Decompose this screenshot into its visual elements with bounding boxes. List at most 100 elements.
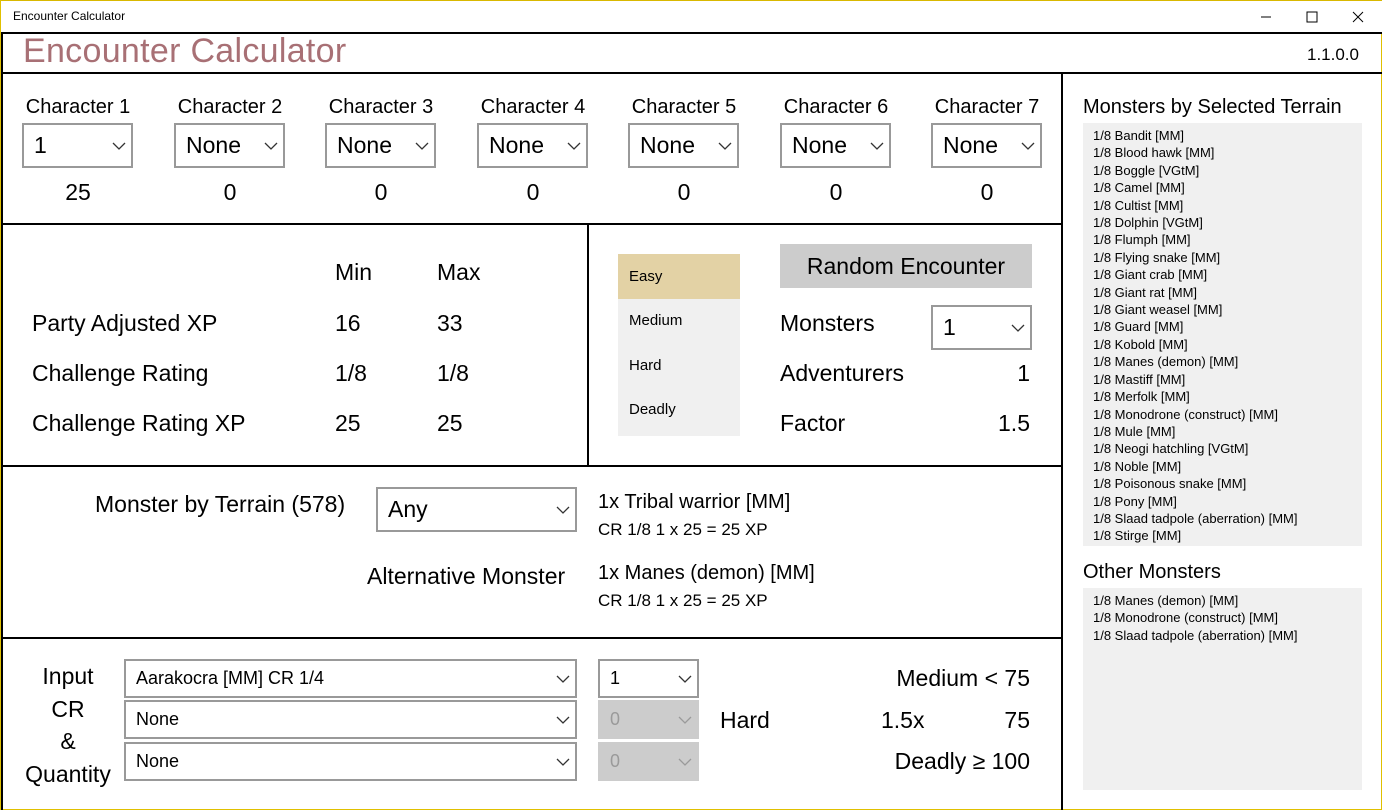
list-item[interactable]: 1/8 Manes (demon) [MM] [1093, 592, 1352, 609]
character-7-label-wrap: Character 7 [931, 96, 1043, 119]
divider [1, 223, 1062, 225]
minimize-button[interactable] [1243, 1, 1289, 33]
character-2-label-wrap: Character 2 [174, 96, 286, 119]
list-item[interactable]: 1/8 Neogi hatchling [VGtM] [1093, 440, 1352, 457]
character-label: Character 6 [783, 96, 889, 118]
terrain-select[interactable]: Any [376, 487, 577, 532]
list-item[interactable]: 1/8 Manes (demon) [MM] [1093, 353, 1352, 370]
difficulty-option-hard[interactable]: Hard [618, 343, 740, 388]
list-item[interactable]: 1/8 Flying snake [MM] [1093, 249, 1352, 266]
select-value: None [136, 751, 180, 771]
suggested-monster-name: 1x Tribal warrior [MM] [598, 491, 791, 513]
list-item[interactable]: 1/8 Giant rat [MM] [1093, 284, 1352, 301]
character-xp: 0 [677, 179, 691, 205]
maximize-icon [1306, 11, 1318, 23]
divider [1061, 72, 1063, 810]
chevron-down-icon [551, 716, 575, 724]
character-6-label-wrap: Character 6 [780, 96, 892, 119]
character-xp: 0 [526, 179, 540, 205]
list-item[interactable]: 1/8 Bandit [MM] [1093, 127, 1352, 144]
list-item[interactable]: 1/8 Stirge [MM] [1093, 527, 1352, 544]
difficulty-option-easy[interactable]: Easy [618, 254, 740, 299]
character-2-level-select[interactable]: None [174, 123, 285, 168]
input-monster-select-3[interactable]: None [124, 742, 577, 781]
input-quantity-select-3[interactable]: 0 [598, 742, 699, 781]
list-item[interactable]: 1/8 Kobold [MM] [1093, 336, 1352, 353]
chevron-down-icon [713, 142, 737, 150]
select-value: None [337, 132, 392, 158]
stat-label: Challenge Rating [32, 360, 209, 386]
list-item[interactable]: 1/8 Cultist [MM] [1093, 197, 1352, 214]
list-item[interactable]: 1/8 Monodrone (construct) [MM] [1093, 609, 1352, 626]
stat-label: Party Adjusted XP [32, 310, 218, 336]
character-3-level-select[interactable]: None [325, 123, 436, 168]
input-multiplier: 1.5x [881, 707, 925, 733]
character-6-level-select[interactable]: None [780, 123, 891, 168]
list-item[interactable]: 1/8 Guard [MM] [1093, 318, 1352, 335]
adventurers-label: Adventurers [780, 360, 905, 386]
character-xp: 0 [223, 179, 237, 205]
alternative-monster-detail: CR 1/8 1 x 25 = 25 XP [598, 591, 768, 610]
select-value: 0 [610, 751, 621, 771]
input-monster-select-2[interactable]: None [124, 700, 577, 739]
chevron-down-icon [673, 758, 697, 766]
chevron-down-icon [551, 675, 575, 683]
list-item[interactable]: 1/8 Merfolk [MM] [1093, 388, 1352, 405]
list-item[interactable]: 1/8 Noble [MM] [1093, 458, 1352, 475]
list-item[interactable]: 1/8 Dolphin [VGtM] [1093, 214, 1352, 231]
select-value: None [943, 132, 998, 158]
random-encounter-button[interactable]: Random Encounter [780, 244, 1032, 288]
max-header: Max [437, 259, 481, 285]
divider [1, 72, 1382, 74]
chevron-down-icon [1006, 324, 1030, 332]
input-quantity-select-1[interactable]: 1 [598, 659, 699, 698]
chevron-down-icon [562, 142, 586, 150]
maximize-button[interactable] [1289, 1, 1335, 33]
version-label: 1.1.0.0 [1307, 45, 1359, 64]
character-label: Character 5 [631, 96, 737, 118]
input-cr-label-line: CR [51, 695, 85, 722]
divider [1, 32, 3, 810]
other-monsters-list[interactable]: 1/8 Manes (demon) [MM] 1/8 Monodrone (co… [1083, 588, 1362, 790]
chevron-down-icon [551, 506, 575, 514]
character-xp: 25 [65, 179, 91, 205]
character-4-level-select[interactable]: None [477, 123, 588, 168]
terrain-monsters-list[interactable]: 1/8 Bandit [MM] 1/8 Blood hawk [MM] 1/8 … [1083, 123, 1362, 546]
character-5-label-wrap: Character 5 [628, 96, 740, 119]
difficulty-list: Easy Medium Hard Deadly [618, 254, 740, 436]
character-5-level-select[interactable]: None [628, 123, 739, 168]
list-item[interactable]: 1/8 Mule [MM] [1093, 423, 1352, 440]
terrain-monsters-title: Monsters by Selected Terrain [1083, 96, 1342, 118]
input-cr-label: Input CR & Quantity [15, 660, 121, 790]
input-monster-select-1[interactable]: Aarakocra [MM] CR 1/4 [124, 659, 577, 698]
window-title: Encounter Calculator [13, 9, 126, 23]
select-value: None [489, 132, 544, 158]
list-item[interactable]: 1/8 Monodrone (construct) [MM] [1093, 406, 1352, 423]
list-item[interactable]: 1/8 Poisonous snake [MM] [1093, 475, 1352, 492]
list-item[interactable]: 1/8 Giant crab [MM] [1093, 266, 1352, 283]
list-item[interactable]: 1/8 Camel [MM] [1093, 179, 1352, 196]
list-item[interactable]: 1/8 Flumph [MM] [1093, 231, 1352, 248]
list-item[interactable]: 1/8 Slaad tadpole (aberration) [MM] [1093, 627, 1352, 644]
chevron-down-icon [259, 142, 283, 150]
list-item[interactable]: 1/8 Slaad tadpole (aberration) [MM] [1093, 510, 1352, 527]
character-3-label-wrap: Character 3 [325, 96, 437, 119]
difficulty-option-medium[interactable]: Medium [618, 299, 740, 344]
character-1-level-select[interactable]: 1 [22, 123, 133, 168]
stat-max: 25 [437, 410, 463, 436]
close-icon [1352, 11, 1364, 23]
list-item[interactable]: 1/8 Pony [MM] [1093, 493, 1352, 510]
input-cr-label-line: Input [42, 663, 94, 689]
list-item[interactable]: 1/8 Giant weasel [MM] [1093, 301, 1352, 318]
list-item[interactable]: 1/8 Mastiff [MM] [1093, 371, 1352, 388]
list-item[interactable]: 1/8 Blood hawk [MM] [1093, 144, 1352, 161]
divider [1, 637, 1062, 639]
character-label: Character 1 [25, 96, 131, 118]
select-value: Aarakocra [MM] CR 1/4 [136, 668, 325, 688]
character-7-level-select[interactable]: None [931, 123, 1042, 168]
close-button[interactable] [1335, 1, 1381, 33]
difficulty-option-deadly[interactable]: Deadly [618, 388, 740, 433]
list-item[interactable]: 1/8 Boggle [VGtM] [1093, 162, 1352, 179]
input-quantity-select-2[interactable]: 0 [598, 700, 699, 739]
monsters-count-select[interactable]: 1 [931, 305, 1032, 350]
